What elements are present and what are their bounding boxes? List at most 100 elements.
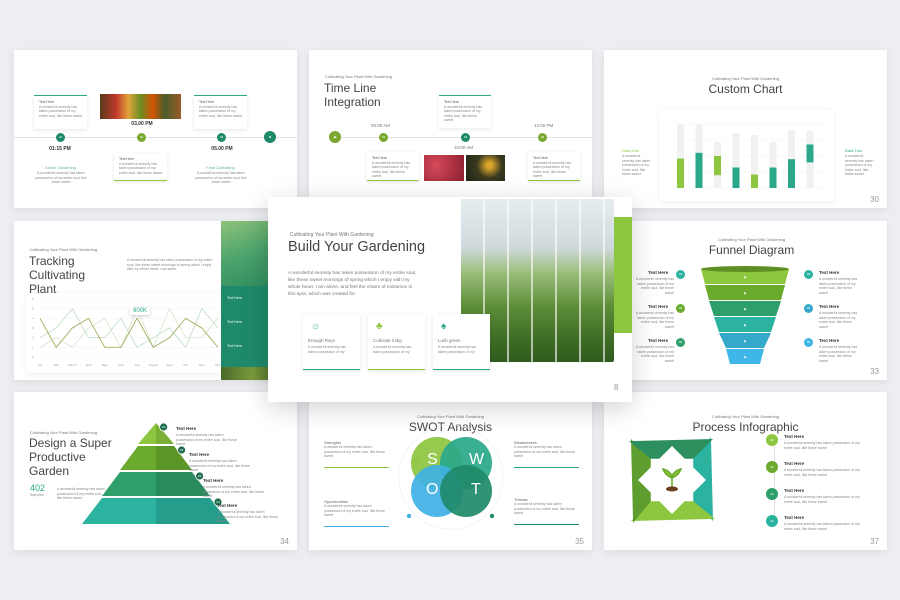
slide-title: Build Your Gardening: [288, 239, 426, 255]
swot-letter-o: O: [426, 481, 439, 498]
page-number: 33: [870, 367, 879, 376]
swot-dot: [489, 513, 495, 519]
x-tick-label: Oct: [183, 363, 188, 367]
slide-subtitle: Cultivating Your Plant With Gardening: [30, 247, 97, 252]
bar: [769, 167, 777, 188]
milestone-text: A wonderful serenity has taken possessio…: [195, 171, 247, 184]
page-number: 35: [575, 537, 584, 546]
funnel-item-heading: Text Here: [819, 338, 840, 343]
funnel-item-text: A wonderful serenity has taken possessio…: [635, 311, 674, 329]
slide-custom-chart[interactable]: Cultivating Your Plant With Gardening Cu…: [604, 50, 887, 208]
funnel-layer-icon: ✦: [743, 355, 747, 361]
swot-box-text: A wonderful serenity has taken possessio…: [324, 504, 385, 517]
funnel-item-heading: Text Here: [819, 304, 840, 309]
step-marker: 06: [804, 338, 813, 347]
x-tick-label: Nov: [199, 363, 205, 367]
bar: [806, 144, 814, 163]
bar-chart: [671, 123, 824, 189]
step-marker: 02: [676, 304, 685, 313]
bar: [732, 167, 740, 188]
sprout-pot-icon: ♣: [376, 321, 383, 332]
pyramid-item-heading: Text Here: [189, 452, 210, 457]
x-tick-label: Sept: [166, 363, 172, 367]
process-item-text: A wonderful serenity has taken possessio…: [784, 495, 860, 504]
feature-label: Cultivate it Big: [373, 338, 402, 343]
slide-title: Time Line Integration: [324, 81, 381, 109]
x-tick-label: April: [86, 363, 92, 367]
step-marker: 03: [766, 488, 778, 500]
funnel-item-text: A wonderful serenity has taken possessio…: [635, 277, 674, 295]
funnel-item-heading: Text Here: [648, 338, 669, 343]
card-text: A wonderful serenity has taken possessio…: [444, 104, 483, 123]
slide-swot[interactable]: Cultivating Your Plant With Gardening SW…: [309, 392, 592, 550]
step-number: 02: [180, 448, 184, 452]
x-tick-label: March: [68, 363, 77, 367]
bar: [714, 156, 721, 176]
chart-left-label: Data One: [622, 148, 640, 153]
time-label: 00:00 AM: [371, 123, 391, 128]
pyramid-item-heading: Text Here: [203, 478, 224, 483]
chart-left-text: A wonderful serenity has taken possessio…: [622, 154, 651, 176]
slide-pyramid[interactable]: Cultivating Your Plant With Gardening De…: [14, 392, 297, 550]
milestone-text: A wonderful serenity has taken possessio…: [35, 171, 87, 184]
process-item-heading: Text Here: [784, 515, 805, 520]
line-chart: 0 1 2 3 4 5 6 Jan Feb March April May June July August…: [32, 297, 221, 367]
slide-timeline-a[interactable]: Text Here A wonderful serenity has taken…: [14, 50, 297, 208]
step-number: 01: [162, 425, 166, 429]
time-label: 03.00 PM: [131, 121, 153, 127]
timeline-card: Text Here A wonderful serenity has taken…: [528, 152, 580, 181]
chart-right-text: A wonderful serenity has taken possessio…: [845, 154, 874, 176]
timeline-card: Text Here A wonderful serenity has taken…: [367, 152, 419, 181]
funnel-layer-icon: ✦: [743, 339, 747, 345]
bar: [677, 158, 684, 188]
swot-box-strengths: Strengths A wonderful serenity has taken…: [324, 440, 389, 468]
step-marker: 02: [137, 133, 146, 142]
slide-process[interactable]: Cultivating Your Plant With Gardening Pr…: [604, 392, 887, 550]
time-label: 05.00 PM: [211, 146, 233, 152]
swot-letter-w: W: [469, 451, 485, 468]
intro-paragraph: A wonderful serenity has taken possessio…: [127, 258, 213, 271]
swot-dot: [406, 513, 412, 519]
slide-title-line: Plant: [29, 282, 57, 296]
slide-funnel[interactable]: Cultivating Your Plant With Gardening Fu…: [604, 221, 887, 380]
x-tick-label: May: [102, 363, 108, 367]
page-number: 30: [870, 195, 879, 204]
x-tick-label: July: [134, 363, 140, 367]
step-marker: 01: [766, 434, 778, 446]
funnel-layer-icon: ✦: [743, 291, 747, 297]
funnel-layer-icon: ✦: [743, 307, 747, 313]
x-tick-label: Feb: [54, 363, 60, 367]
swot-box-text: A wonderful serenity has taken possessio…: [514, 502, 575, 515]
swot-box-text: A wonderful serenity has taken possessio…: [514, 445, 575, 458]
line-chart-panel: 0 1 2 3 4 5 6 Jan Feb March April May June July August…: [26, 293, 226, 373]
slide-timeline-b[interactable]: Cultivating Your Plant With Gardening Ti…: [309, 50, 592, 208]
x-tick-label: Jan: [38, 363, 43, 367]
funnel-item-text: A wonderful serenity has taken possessio…: [635, 345, 674, 363]
panel-item: Text Here: [227, 296, 242, 300]
page-number: 34: [280, 537, 289, 546]
berries-photo: [424, 155, 464, 181]
slide-title: Custom Chart: [708, 82, 783, 96]
slide-build-gardening[interactable]: Cultivating Your Plant With Gardening Bu…: [268, 197, 632, 402]
feature-card: ♠ Lush green A wonderful serenity has ta…: [433, 314, 490, 370]
swot-letter-t: T: [471, 481, 481, 498]
feature-text: A wonderful serenity has taken possessio…: [308, 345, 347, 354]
swot-box-opportunities: Opportunities A wonderful serenity has t…: [324, 499, 389, 527]
slide-title-line: Tracking: [29, 254, 75, 268]
process-item-text: A wonderful serenity has taken possessio…: [784, 468, 860, 477]
pyramid-item-text: A wonderful serenity has taken possessio…: [176, 433, 237, 446]
process-item-text: A wonderful serenity has taken possessio…: [784, 522, 860, 531]
slide-tracking[interactable]: Cultivating Your Plant With Gardening Tr…: [14, 221, 284, 380]
step-marker: 01: [379, 133, 388, 142]
process-item-heading: Text Here: [784, 461, 805, 466]
funnel-item-text: A wonderful serenity has taken possessio…: [819, 345, 858, 363]
process-connector: [774, 442, 775, 522]
chart-right-label: Data Two: [845, 148, 862, 153]
tree-icon: ♠: [441, 321, 447, 332]
y-tick-label: 2: [32, 336, 34, 340]
swot-box-threats: Threats A wonderful serenity has taken p…: [514, 497, 579, 525]
card-text: A wonderful serenity has taken possessio…: [372, 160, 411, 179]
slide-subtitle: Cultivating Your Plant With Gardening: [712, 76, 779, 81]
page-number: 37: [870, 537, 879, 546]
pyramid-item-heading: Text Here: [217, 503, 238, 508]
